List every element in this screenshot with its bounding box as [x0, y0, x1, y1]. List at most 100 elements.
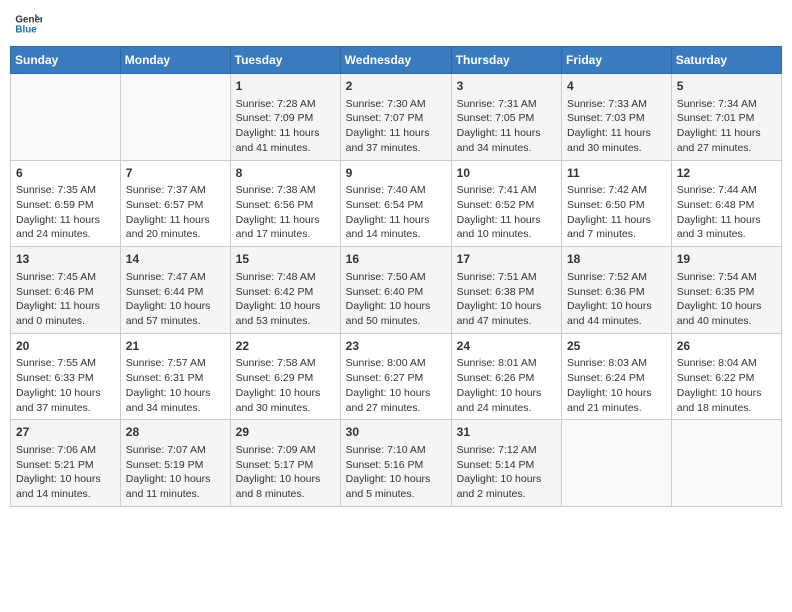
day-number: 24	[457, 338, 556, 355]
day-number: 8	[236, 165, 335, 182]
day-info: Daylight: 11 hours and 0 minutes.	[16, 299, 115, 328]
day-number: 12	[677, 165, 776, 182]
day-info: Sunset: 6:54 PM	[346, 198, 446, 213]
day-number: 6	[16, 165, 115, 182]
day-info: Daylight: 10 hours and 34 minutes.	[126, 386, 225, 415]
day-info: Sunset: 6:36 PM	[567, 285, 666, 300]
day-info: Sunset: 6:35 PM	[677, 285, 776, 300]
day-info: Daylight: 10 hours and 14 minutes.	[16, 472, 115, 501]
day-info: Sunrise: 7:33 AM	[567, 97, 666, 112]
day-number: 7	[126, 165, 225, 182]
day-info: Daylight: 11 hours and 20 minutes.	[126, 213, 225, 242]
calendar-cell: 5Sunrise: 7:34 AMSunset: 7:01 PMDaylight…	[671, 74, 781, 161]
day-info: Sunrise: 8:01 AM	[457, 356, 556, 371]
day-info: Sunset: 6:33 PM	[16, 371, 115, 386]
day-info: Daylight: 10 hours and 21 minutes.	[567, 386, 666, 415]
calendar-cell: 4 Sunrise: 7:33 AMSunset: 7:03 PMDaylight…	[562, 74, 672, 161]
day-number: 25	[567, 338, 666, 355]
logo-icon: General Blue	[14, 10, 42, 38]
calendar-table: SundayMondayTuesdayWednesdayThursdayFrid…	[10, 46, 782, 507]
day-number: 3	[457, 78, 556, 95]
day-info: Daylight: 11 hours and 30 minutes.	[567, 126, 666, 155]
day-number: 28	[126, 424, 225, 441]
day-info: Daylight: 10 hours and 40 minutes.	[677, 299, 776, 328]
day-info: Sunset: 6:44 PM	[126, 285, 225, 300]
calendar-cell	[11, 74, 121, 161]
day-number: 10	[457, 165, 556, 182]
day-info: Sunrise: 7:35 AM	[16, 183, 115, 198]
day-number: 22	[236, 338, 335, 355]
day-info: Sunrise: 7:34 AM	[677, 97, 776, 112]
day-info: Daylight: 11 hours and 34 minutes.	[457, 126, 556, 155]
day-info: Daylight: 10 hours and 27 minutes.	[346, 386, 446, 415]
day-info: Sunrise: 7:48 AM	[236, 270, 335, 285]
day-info: Sunrise: 8:03 AM	[567, 356, 666, 371]
calendar-week-row: 6Sunrise: 7:35 AMSunset: 6:59 PMDaylight…	[11, 160, 782, 247]
day-info: Sunrise: 7:10 AM	[346, 443, 446, 458]
day-number: 26	[677, 338, 776, 355]
day-number: 2	[346, 78, 446, 95]
day-info: Daylight: 11 hours and 27 minutes.	[677, 126, 776, 155]
day-info: Sunrise: 7:12 AM	[457, 443, 556, 458]
day-info: Sunset: 7:05 PM	[457, 111, 556, 126]
day-info: Sunrise: 7:40 AM	[346, 183, 446, 198]
day-info: Sunrise: 7:07 AM	[126, 443, 225, 458]
day-number: 4	[567, 78, 666, 95]
day-info: Daylight: 11 hours and 10 minutes.	[457, 213, 556, 242]
day-info: Sunset: 6:22 PM	[677, 371, 776, 386]
day-info: Sunrise: 8:00 AM	[346, 356, 446, 371]
day-number: 9	[346, 165, 446, 182]
day-info: Sunrise: 7:58 AM	[236, 356, 335, 371]
day-info: Sunrise: 7:57 AM	[126, 356, 225, 371]
day-info: Sunrise: 7:41 AM	[457, 183, 556, 198]
day-info: Sunset: 6:40 PM	[346, 285, 446, 300]
day-info: Sunset: 7:03 PM	[567, 111, 666, 126]
calendar-week-row: 1Sunrise: 7:28 AMSunset: 7:09 PMDaylight…	[11, 74, 782, 161]
calendar-cell: 14Sunrise: 7:47 AMSunset: 6:44 PMDayligh…	[120, 247, 230, 334]
day-number: 29	[236, 424, 335, 441]
calendar-cell: 13Sunrise: 7:45 AMSunset: 6:46 PMDayligh…	[11, 247, 121, 334]
calendar-cell: 2 Sunrise: 7:30 AMSunset: 7:07 PMDaylight…	[340, 74, 451, 161]
day-info: Sunset: 7:09 PM	[236, 111, 335, 126]
day-info: Sunrise: 7:30 AM	[346, 97, 446, 112]
day-of-week-header: Monday	[120, 47, 230, 74]
day-info: Sunrise: 7:55 AM	[16, 356, 115, 371]
day-info: Sunset: 6:56 PM	[236, 198, 335, 213]
day-info: Sunset: 6:29 PM	[236, 371, 335, 386]
day-info: Sunrise: 7:52 AM	[567, 270, 666, 285]
day-info: Sunset: 6:27 PM	[346, 371, 446, 386]
svg-text:Blue: Blue	[15, 24, 37, 35]
day-info: Daylight: 10 hours and 57 minutes.	[126, 299, 225, 328]
calendar-cell: 10Sunrise: 7:41 AMSunset: 6:52 PMDayligh…	[451, 160, 561, 247]
day-info: Sunrise: 7:45 AM	[16, 270, 115, 285]
day-info: Sunrise: 7:38 AM	[236, 183, 335, 198]
calendar-cell: 27Sunrise: 7:06 AMSunset: 5:21 PMDayligh…	[11, 420, 121, 507]
day-of-week-header: Tuesday	[230, 47, 340, 74]
day-of-week-header: Friday	[562, 47, 672, 74]
day-info: Daylight: 11 hours and 17 minutes.	[236, 213, 335, 242]
day-number: 16	[346, 251, 446, 268]
calendar-cell: 22Sunrise: 7:58 AMSunset: 6:29 PMDayligh…	[230, 333, 340, 420]
calendar-cell: 7Sunrise: 7:37 AMSunset: 6:57 PMDaylight…	[120, 160, 230, 247]
calendar-cell: 23Sunrise: 8:00 AMSunset: 6:27 PMDayligh…	[340, 333, 451, 420]
page-header: General Blue	[10, 10, 782, 38]
logo: General Blue	[14, 10, 42, 38]
day-number: 19	[677, 251, 776, 268]
day-info: Daylight: 10 hours and 53 minutes.	[236, 299, 335, 328]
calendar-cell: 8Sunrise: 7:38 AMSunset: 6:56 PMDaylight…	[230, 160, 340, 247]
day-info: Daylight: 10 hours and 24 minutes.	[457, 386, 556, 415]
day-of-week-header: Saturday	[671, 47, 781, 74]
day-info: Daylight: 11 hours and 37 minutes.	[346, 126, 446, 155]
day-info: Sunrise: 7:06 AM	[16, 443, 115, 458]
calendar-cell: 6Sunrise: 7:35 AMSunset: 6:59 PMDaylight…	[11, 160, 121, 247]
day-number: 18	[567, 251, 666, 268]
day-info: Sunset: 5:14 PM	[457, 458, 556, 473]
day-number: 17	[457, 251, 556, 268]
day-info: Daylight: 11 hours and 24 minutes.	[16, 213, 115, 242]
day-number: 21	[126, 338, 225, 355]
day-number: 20	[16, 338, 115, 355]
day-info: Sunrise: 7:28 AM	[236, 97, 335, 112]
day-info: Sunset: 7:07 PM	[346, 111, 446, 126]
day-info: Sunset: 6:26 PM	[457, 371, 556, 386]
day-number: 30	[346, 424, 446, 441]
